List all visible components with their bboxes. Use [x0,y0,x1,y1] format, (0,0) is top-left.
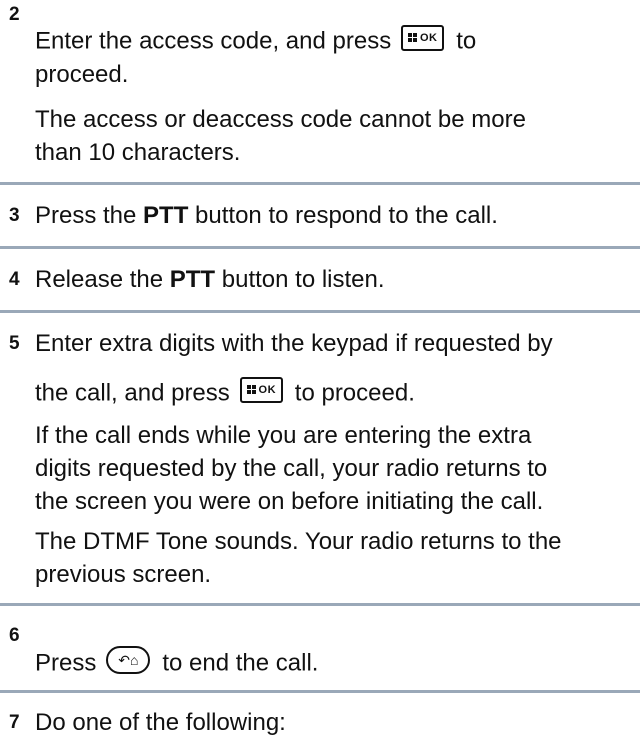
step-note: previous screen. [35,561,212,588]
step-text: button to listen. [215,266,385,293]
menu-ok-key-icon: OK [239,377,283,403]
step-note: digits requested by the call, your radio… [35,455,548,482]
menu-ok-key-icon: OK [401,25,445,51]
step-note: the screen you were on before initiating… [35,488,544,515]
step-note: If the call ends while you are entering … [35,422,532,449]
step-number: 2 [9,4,20,25]
ptt-button-label: PTT [169,266,216,293]
key-label: OK [419,32,438,44]
divider [0,690,640,693]
divider [0,246,640,249]
step-instruction: Enter the access code, and press OK to [35,25,477,55]
step-number: 4 [9,269,20,290]
step-number: 7 [9,712,20,733]
step-text: to proceed. [294,379,415,407]
step-text: to [456,27,477,55]
back-home-key-icon: ↶⌂ [106,646,151,674]
step-instruction: Do one of the following: [35,709,286,736]
key-label: OK [258,384,277,396]
step-number: 3 [9,205,20,226]
menu-grid-icon [246,385,256,394]
step-note: The access or deaccess code cannot be mo… [35,106,526,133]
step-text: proceed. [35,61,129,88]
step-instruction: Release the PTT button to listen. [35,268,385,292]
step-text: Press the [35,202,144,229]
step-text: to end the call. [162,649,319,677]
step-text: the call, and press [35,379,230,407]
step-text: button to respond to the call. [188,202,498,229]
step-number: 6 [9,625,20,646]
ptt-button-label: PTT [143,202,189,229]
step-number: 5 [9,333,20,354]
step-instruction: Press ↶⌂ to end the call. [35,646,319,678]
divider [0,182,640,185]
step-text: Press [35,649,97,677]
step-note: than 10 characters. [35,139,241,166]
step-instruction: the call, and press OK to proceed. [35,377,415,407]
step-instruction: Press the PTT button to respond to the c… [35,204,498,228]
step-text: Release the [35,266,170,293]
menu-grid-icon [407,33,417,42]
divider [0,603,640,606]
divider [0,310,640,313]
step-instruction: Enter extra digits with the keypad if re… [35,330,553,357]
step-text: Enter the access code, and press [35,27,392,55]
step-note: The DTMF Tone sounds. Your radio returns… [35,528,562,555]
